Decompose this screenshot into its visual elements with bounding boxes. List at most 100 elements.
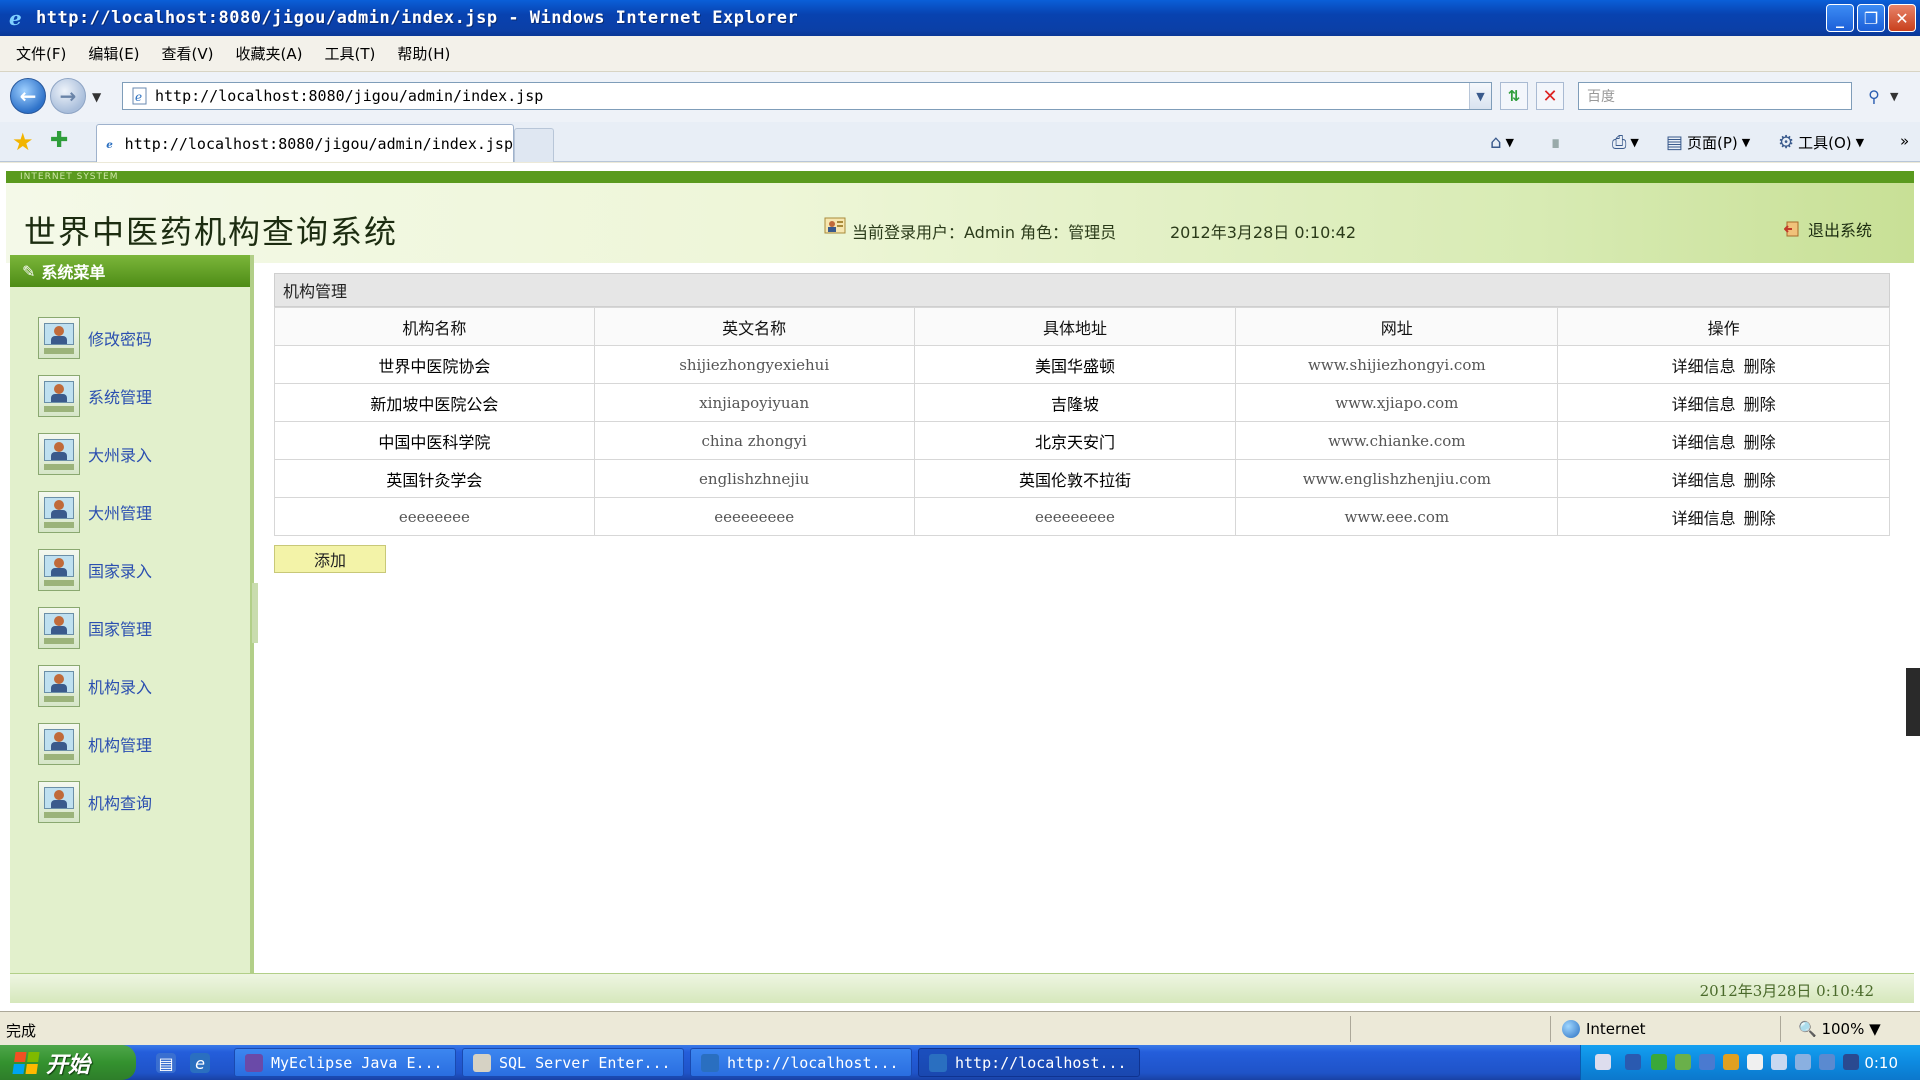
tray-app-icon[interactable] bbox=[1747, 1054, 1763, 1070]
cell-actions: 详细信息 删除 bbox=[1557, 383, 1890, 422]
delete-link[interactable]: 删除 bbox=[1744, 471, 1776, 490]
add-favorite-icon[interactable]: ✚ bbox=[50, 128, 68, 153]
page-menu-button[interactable]: ▤ 页面(P) ▼ bbox=[1666, 132, 1750, 153]
page-icon: e bbox=[132, 87, 147, 105]
sidebar-item-institution-management[interactable]: 机构管理 bbox=[38, 721, 238, 767]
favorites-star-icon[interactable]: ★ bbox=[12, 128, 34, 156]
sidebar-item-institution-query[interactable]: 机构查询 bbox=[38, 779, 238, 825]
delete-link[interactable]: 删除 bbox=[1744, 357, 1776, 376]
cell-english-name: xinjiapoyiyuan bbox=[593, 383, 915, 422]
myeclipse-icon bbox=[245, 1053, 263, 1072]
home-icon: ⌂ bbox=[1490, 132, 1502, 153]
browser-tab[interactable]: e http://localhost:8080/jigou/admin/inde… bbox=[96, 124, 514, 162]
cell-english-name: eeeeeeeee bbox=[593, 497, 915, 536]
table-header-row: 机构名称 英文名称 具体地址 网址 操作 bbox=[274, 307, 1890, 346]
recent-pages-dropdown-icon[interactable]: ▼ bbox=[92, 90, 101, 104]
detail-link[interactable]: 详细信息 bbox=[1672, 509, 1736, 528]
menu-favorites[interactable]: 收藏夹(A) bbox=[236, 43, 315, 64]
detail-link[interactable]: 详细信息 bbox=[1672, 395, 1736, 414]
status-bar: 完成 Internet 🔍 100% ▼ bbox=[0, 1011, 1920, 1045]
cell-name: 新加坡中医院公会 bbox=[274, 383, 595, 422]
refresh-button[interactable]: ⇅ bbox=[1500, 82, 1528, 110]
cell-actions: 详细信息 删除 bbox=[1557, 459, 1890, 498]
user-computer-icon bbox=[38, 433, 80, 475]
chevron-more-icon[interactable]: » bbox=[1900, 132, 1909, 150]
quicklaunch-desktop-icon[interactable]: ▤ bbox=[156, 1053, 176, 1073]
delete-link[interactable]: 删除 bbox=[1744, 395, 1776, 414]
taskbar-button-ie-2[interactable]: http://localhost... bbox=[918, 1048, 1140, 1077]
new-tab-button[interactable] bbox=[514, 128, 554, 162]
back-button[interactable]: ← bbox=[10, 78, 46, 114]
menu-edit[interactable]: 编辑(E) bbox=[88, 43, 151, 64]
cell-address: 吉隆坡 bbox=[913, 383, 1237, 422]
sidebar-item-change-password[interactable]: 修改密码 bbox=[38, 315, 238, 361]
close-button[interactable]: ✕ bbox=[1888, 4, 1916, 32]
table-row: 英国针灸学会 englishzhnejiu 英国伦敦不拉街 www.englis… bbox=[274, 459, 1890, 498]
zoom-level[interactable]: 🔍 100% ▼ bbox=[1798, 1020, 1881, 1038]
cell-name: 英国针灸学会 bbox=[274, 459, 595, 498]
sidebar-item-continent-management[interactable]: 大州管理 bbox=[38, 489, 238, 535]
system-title: 世界中医药机构查询系统 bbox=[24, 213, 399, 251]
web-page: INTERNET SYSTEM 世界中医药机构查询系统 当前登录用户：Admin… bbox=[0, 163, 1920, 1011]
rss-feed-icon: ∎ bbox=[1550, 132, 1562, 153]
taskbar-button-sql-server[interactable]: SQL Server Enter... bbox=[462, 1048, 684, 1077]
add-button[interactable]: 添加 bbox=[274, 545, 386, 573]
sidebar-item-country-entry[interactable]: 国家录入 bbox=[38, 547, 238, 593]
tools-menu-button[interactable]: ⚙ 工具(O) ▼ bbox=[1778, 132, 1864, 153]
menu-help[interactable]: 帮助(H) bbox=[397, 43, 462, 64]
taskbar-button-myeclipse[interactable]: MyEclipse Java E... bbox=[234, 1048, 456, 1077]
restore-button[interactable]: ❐ bbox=[1857, 4, 1885, 32]
tray-qq-icon[interactable] bbox=[1723, 1054, 1739, 1070]
address-url[interactable]: http://localhost:8080/jigou/admin/index.… bbox=[155, 87, 543, 105]
search-button[interactable]: ⚲ bbox=[1858, 82, 1890, 110]
keyboard-icon[interactable] bbox=[1595, 1054, 1611, 1070]
menu-edit-icon: ✎ bbox=[22, 261, 36, 281]
search-options-dropdown-icon[interactable]: ▼ bbox=[1890, 90, 1898, 103]
logout-link[interactable]: 退出系统 bbox=[1784, 217, 1872, 241]
stop-button[interactable]: ✕ bbox=[1536, 82, 1564, 110]
delete-link[interactable]: 删除 bbox=[1744, 433, 1776, 452]
quicklaunch-ie-icon[interactable]: e bbox=[190, 1053, 210, 1073]
sidebar-item-country-management[interactable]: 国家管理 bbox=[38, 605, 238, 651]
tray-arrow-icon[interactable] bbox=[1625, 1054, 1641, 1070]
start-button[interactable]: 开始 bbox=[0, 1045, 136, 1080]
cell-website: www.eee.com bbox=[1235, 497, 1559, 536]
minimize-button[interactable]: _ bbox=[1826, 4, 1854, 32]
detail-link[interactable]: 详细信息 bbox=[1672, 433, 1736, 452]
print-button[interactable]: ⎙ ▼ bbox=[1612, 132, 1639, 153]
forward-button[interactable]: → bbox=[50, 78, 86, 114]
menu-view[interactable]: 查看(V) bbox=[162, 43, 226, 64]
tray-app-icon[interactable] bbox=[1699, 1054, 1715, 1070]
sidebar-item-institution-entry[interactable]: 机构录入 bbox=[38, 663, 238, 709]
tray-app-icon[interactable] bbox=[1819, 1054, 1835, 1070]
sidebar-header: ✎ 系统菜单 bbox=[10, 255, 250, 287]
sidebar-splitter[interactable] bbox=[252, 583, 258, 643]
tab-label: http://localhost:8080/jigou/admin/index.… bbox=[124, 134, 513, 153]
logout-icon bbox=[1784, 221, 1799, 237]
tray-shield-icon[interactable] bbox=[1843, 1054, 1859, 1070]
detail-link[interactable]: 详细信息 bbox=[1672, 471, 1736, 490]
menu-tools[interactable]: 工具(T) bbox=[324, 43, 387, 64]
side-scroll-handle[interactable] bbox=[1906, 668, 1920, 736]
sidebar-title: 系统菜单 bbox=[41, 263, 106, 282]
address-bar[interactable]: e http://localhost:8080/jigou/admin/inde… bbox=[122, 82, 1492, 110]
sql-server-icon bbox=[473, 1053, 491, 1072]
delete-link[interactable]: 删除 bbox=[1744, 509, 1776, 528]
detail-link[interactable]: 详细信息 bbox=[1672, 357, 1736, 376]
address-dropdown-icon[interactable]: ▼ bbox=[1469, 83, 1491, 109]
tray-app-icon[interactable] bbox=[1771, 1054, 1787, 1070]
feeds-button[interactable]: ∎ bbox=[1550, 132, 1561, 153]
taskbar-button-ie-1[interactable]: http://localhost... bbox=[690, 1048, 912, 1077]
tray-network-icon[interactable] bbox=[1651, 1054, 1667, 1070]
taskbar-button-label: MyEclipse Java E... bbox=[271, 1053, 443, 1072]
sidebar-item-continent-entry[interactable]: 大州录入 bbox=[38, 431, 238, 477]
sidebar-item-system-management[interactable]: 系统管理 bbox=[38, 373, 238, 419]
tray-app-icon[interactable] bbox=[1675, 1054, 1691, 1070]
search-input[interactable]: 百度 bbox=[1578, 82, 1852, 110]
security-zone[interactable]: Internet bbox=[1562, 1020, 1646, 1038]
panel-title: 机构管理 bbox=[274, 273, 1890, 307]
home-button[interactable]: ⌂ ▼ bbox=[1490, 132, 1514, 153]
tray-app-icon[interactable] bbox=[1795, 1054, 1811, 1070]
menu-file[interactable]: 文件(F) bbox=[16, 43, 78, 64]
table-row: 中国中医科学院 china zhongyi 北京天安门 www.chianke.… bbox=[274, 421, 1890, 460]
